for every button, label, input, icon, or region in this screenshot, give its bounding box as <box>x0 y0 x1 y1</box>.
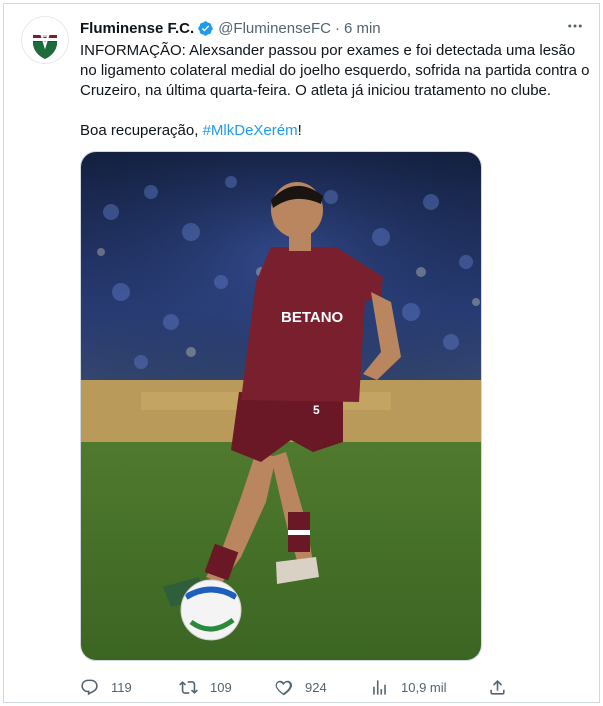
jersey-number-text: 5 <box>313 403 320 417</box>
heart-icon <box>275 680 293 695</box>
reply-button[interactable]: 119 <box>80 672 132 702</box>
share-icon <box>490 679 505 695</box>
verified-badge-icon <box>198 20 213 36</box>
tweet-text-suffix: ! <box>297 122 302 139</box>
tweet-header: Fluminense F.C. @FluminenseFC · 6 min <box>80 17 587 39</box>
separator-dot: · <box>334 19 340 37</box>
tweet-card[interactable]: Fluminense F.C. @FluminenseFC · 6 min IN… <box>3 3 600 703</box>
share-button[interactable] <box>488 672 507 702</box>
tweet-actions: 119 109 924 10,9 mil <box>80 672 510 702</box>
views-button[interactable]: 10,9 mil <box>370 672 447 702</box>
hashtag-link[interactable]: #MlkDeXerém <box>203 122 298 139</box>
tweet-paragraph-2: Boa recuperação, #MlkDeXerém! <box>80 121 590 141</box>
football-player-photo: BETANO 5 <box>81 152 481 660</box>
retweet-count: 109 <box>210 679 232 695</box>
tweet-paragraph-1: INFORMAÇÃO: Alexsander passou por exames… <box>80 42 590 99</box>
avatar[interactable] <box>21 16 69 64</box>
tweet-photo[interactable]: BETANO 5 <box>80 151 482 661</box>
more-horizontal-icon <box>568 24 582 28</box>
tweet-text: INFORMAÇÃO: Alexsander passou por exames… <box>80 41 590 141</box>
author-name[interactable]: Fluminense F.C. <box>80 20 194 37</box>
reply-count: 119 <box>111 679 132 695</box>
views-chart-icon <box>373 679 386 695</box>
like-count: 924 <box>305 679 327 695</box>
views-count: 10,9 mil <box>401 679 447 695</box>
fluminense-crest-icon <box>21 16 69 64</box>
reply-icon <box>81 679 98 695</box>
author-handle[interactable]: @FluminenseFC <box>218 20 331 37</box>
retweet-icon <box>179 680 198 694</box>
jersey-sponsor-text: BETANO <box>281 309 344 326</box>
more-options-button[interactable] <box>563 14 587 38</box>
like-button[interactable]: 924 <box>274 672 327 702</box>
tweet-timestamp[interactable]: 6 min <box>344 20 381 37</box>
tweet-text-prefix: Boa recuperação, <box>80 122 203 139</box>
retweet-button[interactable]: 109 <box>179 672 232 702</box>
